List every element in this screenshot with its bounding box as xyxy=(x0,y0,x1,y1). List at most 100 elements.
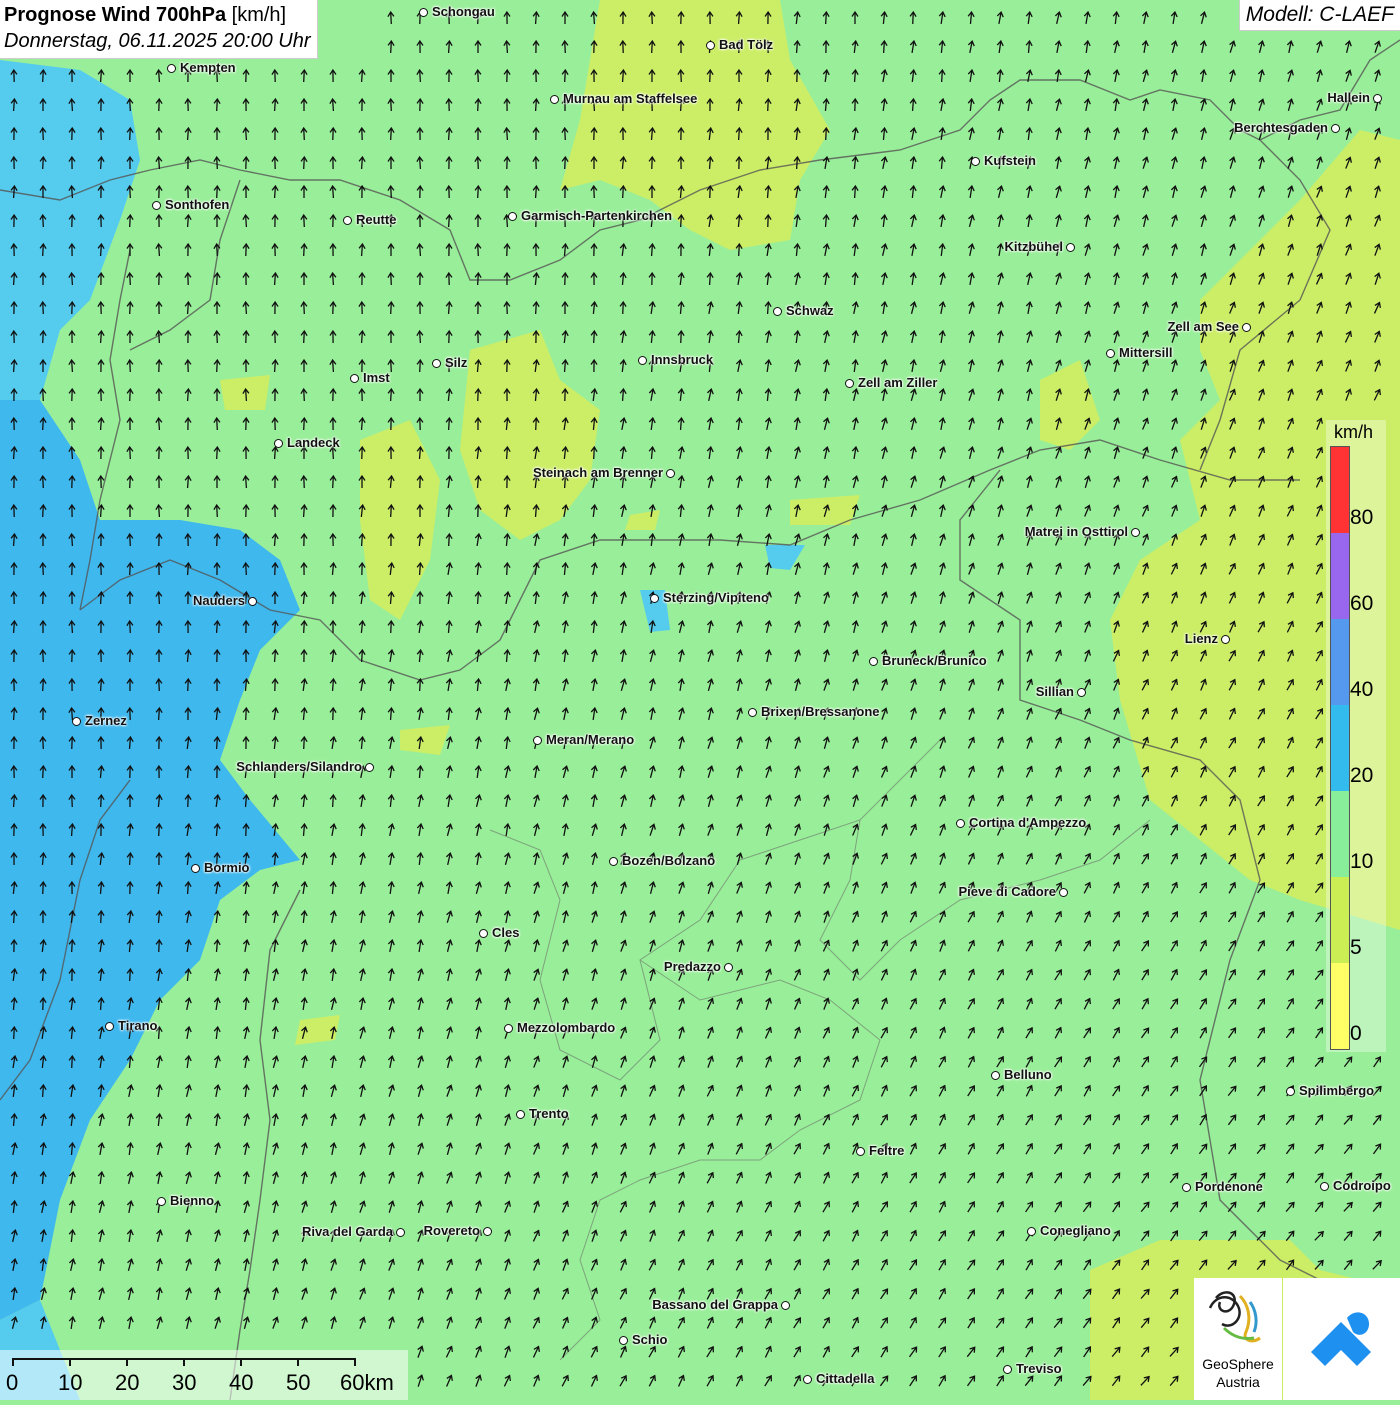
color-legend: km/h 80 60 40 20 10 5 0 xyxy=(1326,420,1386,1052)
city-label: Cortina d'Ampezzo xyxy=(969,815,1087,830)
city-label: Nauders xyxy=(192,593,245,608)
city-marker xyxy=(365,763,374,772)
city-label: Schongau xyxy=(432,4,495,19)
city-label: Pieve di Cadore xyxy=(958,884,1056,899)
city-label: Innsbruck xyxy=(651,352,714,367)
scale-tick xyxy=(240,1358,242,1366)
city-marker xyxy=(191,864,200,873)
scale-bar: 0 10 20 30 40 50 60km xyxy=(0,1350,408,1400)
city-label: Garmisch-Partenkirchen xyxy=(521,208,673,223)
city-marker xyxy=(1182,1183,1191,1192)
app-logo-icon xyxy=(1311,1312,1371,1366)
city-marker xyxy=(157,1197,166,1206)
scale-tick xyxy=(126,1358,128,1366)
city-marker xyxy=(72,717,81,726)
city-label: Bienno xyxy=(170,1193,215,1208)
scale-label-40: 40 xyxy=(229,1370,254,1395)
geosphere-logo-text-1: GeoSphere xyxy=(1202,1356,1274,1372)
city-marker xyxy=(1077,688,1086,697)
city-marker xyxy=(1003,1365,1012,1374)
city-label: Mittersill xyxy=(1119,345,1173,360)
scale-label-30: 30 xyxy=(172,1370,197,1395)
city-label: Meran/Merano xyxy=(546,732,635,747)
city-marker xyxy=(167,64,176,73)
city-marker xyxy=(516,1110,525,1119)
city-label: Bruneck/Brunico xyxy=(882,653,987,668)
city-marker xyxy=(724,963,733,972)
city-marker xyxy=(419,8,428,17)
title-box: Prognose Wind 700hPa [km/h] Donnerstag, … xyxy=(0,0,318,59)
city-label: Bozen/Bolzano xyxy=(622,853,716,868)
city-label: Belluno xyxy=(1004,1067,1052,1082)
legend-label-60: 60 xyxy=(1350,592,1374,615)
geosphere-logo-icon xyxy=(1208,1291,1261,1343)
city-label: Berchtesgaden xyxy=(1234,120,1328,135)
city-label: Pordenone xyxy=(1195,1179,1263,1194)
city-marker xyxy=(706,41,715,50)
model-label: Modell: C-LAEF xyxy=(1238,0,1400,31)
city-marker xyxy=(803,1375,812,1384)
map-title-main: Prognose Wind 700hPa xyxy=(4,4,227,26)
city-marker xyxy=(619,1336,628,1345)
legend-label-40: 40 xyxy=(1350,678,1374,701)
scale-tick xyxy=(69,1358,71,1366)
city-label: Bormio xyxy=(204,860,250,875)
city-marker xyxy=(991,1071,1000,1080)
city-marker xyxy=(1320,1182,1329,1191)
geosphere-logo-text-2: Austria xyxy=(1216,1374,1260,1390)
city-marker xyxy=(1059,888,1068,897)
city-marker xyxy=(1331,124,1340,133)
legend-unit: km/h xyxy=(1334,422,1374,442)
city-label: Cles xyxy=(492,925,520,940)
city-label: Zell am See xyxy=(1167,319,1239,334)
city-marker xyxy=(638,356,647,365)
city-marker xyxy=(483,1227,492,1236)
city-label: Bad Tölz xyxy=(719,37,774,52)
city-marker xyxy=(781,1301,790,1310)
legend-segment-40 xyxy=(1331,619,1349,705)
legend-label-20: 20 xyxy=(1350,764,1374,787)
city-label: Tirano xyxy=(118,1018,158,1033)
city-marker xyxy=(508,212,517,221)
city-label: Zernez xyxy=(85,713,127,728)
city-marker xyxy=(869,657,878,666)
scale-label-60km: 60km xyxy=(340,1370,394,1395)
city-marker xyxy=(971,157,980,166)
scale-tick xyxy=(12,1358,14,1366)
city-label: Trento xyxy=(529,1106,569,1121)
city-marker xyxy=(666,469,675,478)
city-marker xyxy=(479,929,488,938)
city-label: Mezzolombardo xyxy=(517,1020,616,1035)
city-marker xyxy=(1373,94,1382,103)
city-label: Schwaz xyxy=(786,303,834,318)
city-label: Bassano del Grappa xyxy=(652,1297,778,1312)
legend-segment-10 xyxy=(1331,791,1349,877)
city-marker xyxy=(856,1147,865,1156)
city-label: Steinach am Brenner xyxy=(532,465,663,480)
city-label: Feltre xyxy=(869,1143,905,1158)
city-label: Predazzo xyxy=(663,959,721,974)
geosphere-logo[interactable]: GeoSphere Austria xyxy=(1194,1278,1282,1400)
city-marker xyxy=(1221,635,1230,644)
legend-segment-60 xyxy=(1331,533,1349,619)
city-marker xyxy=(504,1024,513,1033)
city-marker xyxy=(1242,323,1251,332)
scale-tick xyxy=(297,1358,299,1366)
city-marker xyxy=(396,1228,405,1237)
legend-label-10: 10 xyxy=(1350,850,1374,873)
legend-label-80: 80 xyxy=(1350,506,1374,529)
city-label: Spilimbergo xyxy=(1299,1083,1375,1098)
city-label: Riva del Garda xyxy=(301,1224,393,1239)
city-marker xyxy=(533,736,542,745)
legend-segment-5 xyxy=(1331,877,1349,963)
city-marker xyxy=(105,1022,114,1031)
city-marker xyxy=(773,307,782,316)
city-label: Imst xyxy=(363,370,390,385)
scale-label-20: 20 xyxy=(115,1370,140,1395)
app-logo[interactable] xyxy=(1283,1278,1400,1400)
map-title: Prognose Wind 700hPa [km/h] xyxy=(4,2,311,28)
city-marker xyxy=(1131,528,1140,537)
city-label: Codroipo xyxy=(1333,1178,1391,1193)
city-marker xyxy=(550,95,559,104)
city-label: Sterzing/Vipiteno xyxy=(663,590,769,605)
